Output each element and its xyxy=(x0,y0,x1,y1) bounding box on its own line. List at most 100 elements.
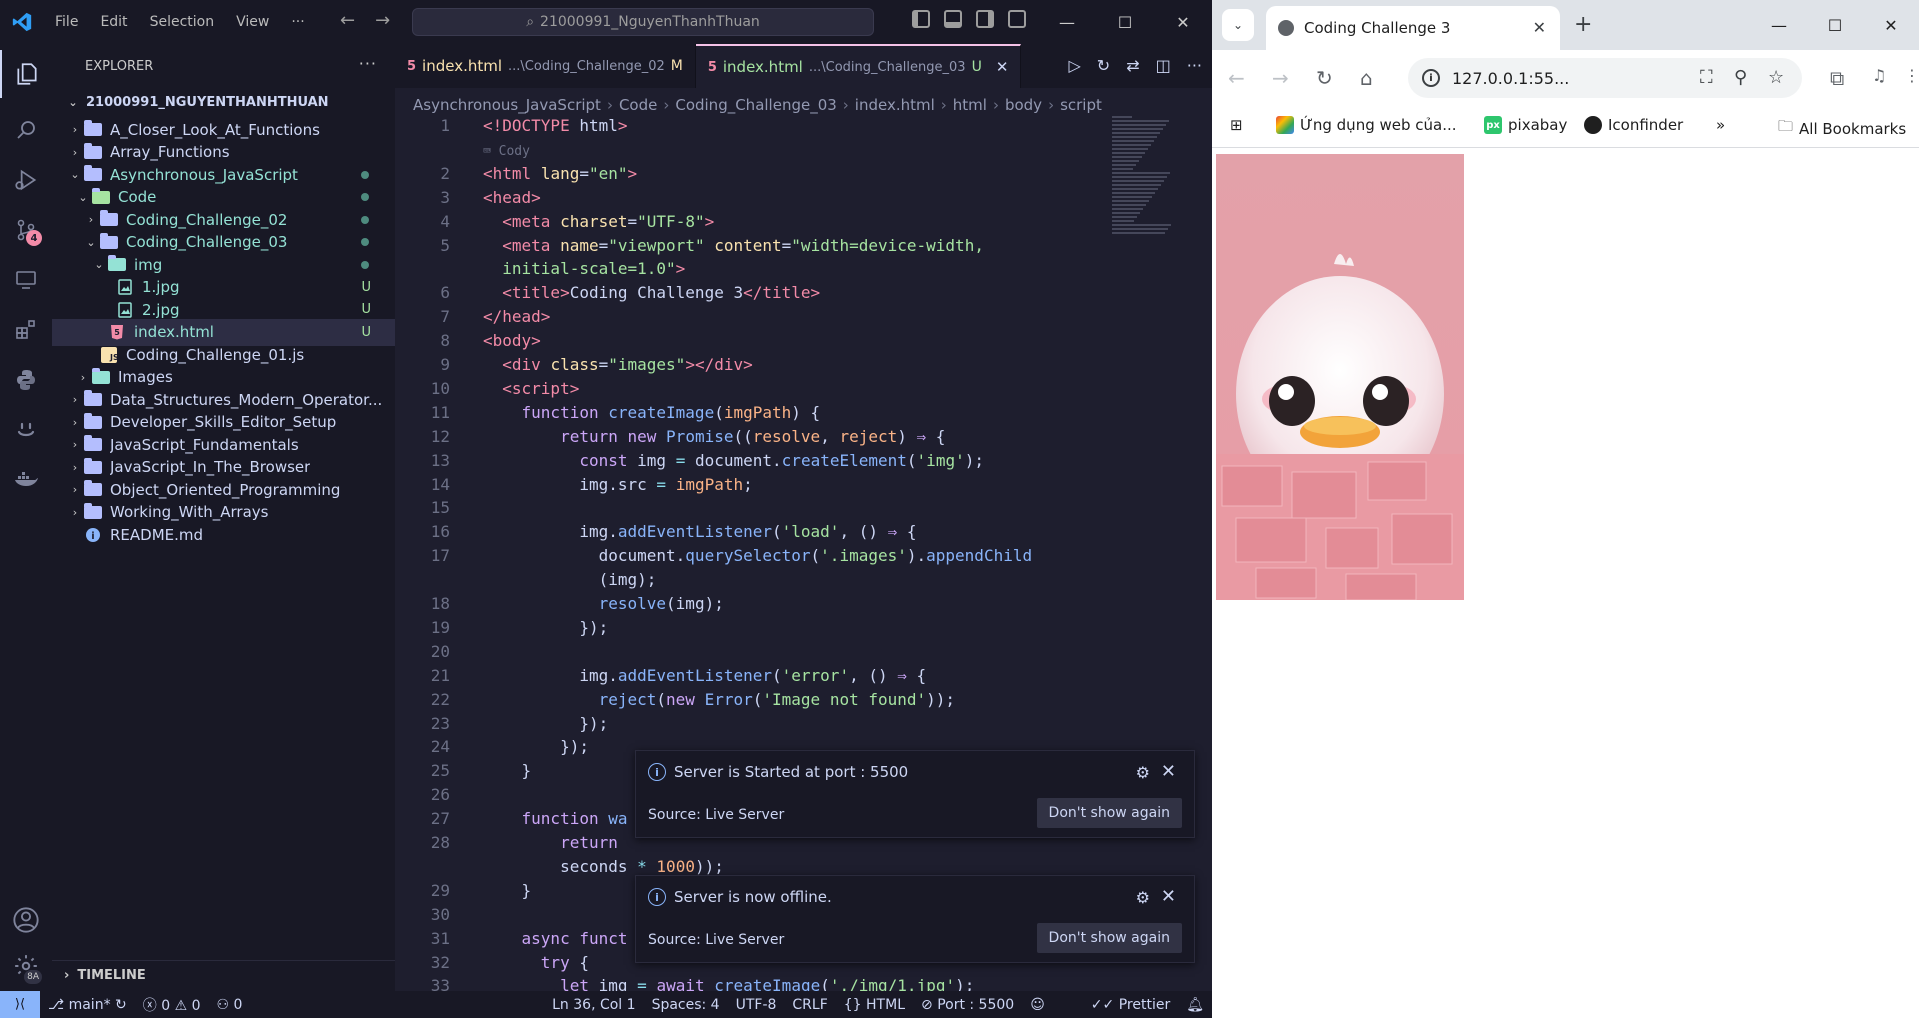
code-line[interactable]: 2 <html lang="en"> xyxy=(395,162,637,185)
address-bar[interactable]: i 127.0.0.1:55... ⛶ ⚲ ☆ xyxy=(1408,58,1802,98)
breadcrumb-item[interactable]: index.html xyxy=(855,96,935,114)
gear-icon[interactable]: ⚙ xyxy=(1136,763,1150,782)
code-line[interactable]: initial-scale=1.0"> xyxy=(395,257,685,280)
run-debug-icon[interactable] xyxy=(0,156,52,204)
bookmark-star-icon[interactable]: ☆ xyxy=(1768,67,1784,88)
extensions-icon[interactable] xyxy=(0,306,52,354)
code-line[interactable]: ⌨ Cody xyxy=(395,138,530,161)
split-editor-icon[interactable]: ◫ xyxy=(1156,56,1171,75)
code-line[interactable]: 12 return new Promise((resolve, reject) … xyxy=(395,425,946,448)
live-server-port[interactable]: ⊘ Port : 5500 xyxy=(913,997,1022,1013)
remote-indicator-icon[interactable]: ⟩⟨ xyxy=(0,991,40,1018)
all-bookmarks[interactable]: 🗀︎ All Bookmarks xyxy=(1778,116,1906,141)
code-line[interactable]: 23 }); xyxy=(395,712,609,735)
code-line[interactable]: 14 img.src = imgPath; xyxy=(395,473,753,496)
compare-icon[interactable]: ⇄ xyxy=(1126,56,1139,75)
extensions-icon[interactable]: ⧉ xyxy=(1830,66,1844,90)
code-line[interactable]: 17 document.querySelector('.images').app… xyxy=(395,544,1032,567)
zoom-icon[interactable]: ⚲ xyxy=(1734,67,1747,88)
code-line[interactable]: 19 }); xyxy=(395,616,609,639)
python-icon[interactable] xyxy=(0,356,52,404)
notifications-bell-icon[interactable]: 🔔︎ xyxy=(1178,997,1212,1013)
cursor-position[interactable]: Ln 36, Col 1 xyxy=(544,997,643,1013)
minimap[interactable] xyxy=(1112,116,1172,236)
breadcrumb-item[interactable]: Coding_Challenge_03 xyxy=(675,96,836,114)
code-line[interactable]: 9 <div class="images"></div> xyxy=(395,353,752,376)
code-line[interactable]: 4 <meta charset="UTF-8"> xyxy=(395,210,714,233)
code-line[interactable]: 10 <script> xyxy=(395,377,580,400)
close-window-icon[interactable]: ✕ xyxy=(1154,0,1212,44)
code-line[interactable]: 15 xyxy=(395,496,450,519)
code-line[interactable]: 29 } xyxy=(395,879,531,902)
cody-icon[interactable] xyxy=(0,406,52,454)
timeline-section[interactable]: › TIMELINE xyxy=(52,960,395,990)
apps-grid-icon[interactable]: ⊞ xyxy=(1230,116,1243,134)
code-line[interactable]: 26 xyxy=(395,783,450,806)
code-line[interactable]: seconds * 1000)); xyxy=(395,855,724,878)
forward-arrow-icon[interactable]: → xyxy=(375,10,390,31)
toggle-sidebar-icon[interactable] xyxy=(912,10,930,28)
menu-file[interactable]: File xyxy=(44,14,89,30)
docker-icon[interactable] xyxy=(0,456,52,504)
maximize-icon[interactable]: ☐ xyxy=(1807,0,1863,50)
chrome-menu-icon[interactable]: ⋮ xyxy=(1904,66,1919,85)
end-of-line[interactable]: CRLF xyxy=(784,997,835,1013)
problems-status[interactable]: ⓧ 0 ⚠ 0 xyxy=(135,995,209,1015)
code-line[interactable]: 5 <meta name="viewport" content="width=d… xyxy=(395,234,984,257)
close-tab-icon[interactable]: ✕ xyxy=(1533,18,1546,37)
tab-index-html-cc02[interactable]: 5 index.html ...\Coding_Challenge_02 M xyxy=(395,44,696,88)
code-line[interactable]: 32 try { xyxy=(395,951,589,974)
gear-icon[interactable]: ⚙ xyxy=(1136,888,1150,907)
tab-index-html-cc03[interactable]: 5 index.html ...\Coding_Challenge_03 U ✕ xyxy=(695,44,1022,88)
code-line[interactable]: 6 <title>Coding Challenge 3</title> xyxy=(395,281,820,304)
site-info-icon[interactable]: i xyxy=(1422,69,1440,87)
indentation[interactable]: Spaces: 4 xyxy=(644,997,728,1013)
close-icon[interactable]: ✕ xyxy=(1161,761,1176,782)
code-line[interactable]: 13 const img = document.createElement('i… xyxy=(395,449,984,472)
prettier-status[interactable]: ✓✓ Prettier xyxy=(1083,997,1178,1013)
code-line[interactable]: 11 function createImage(imgPath) { xyxy=(395,401,820,424)
explorer-icon[interactable] xyxy=(0,50,52,98)
code-line[interactable]: 18 resolve(img); xyxy=(395,592,724,615)
account-icon[interactable] xyxy=(0,896,52,944)
bookmark-pixabay[interactable]: px pixabay xyxy=(1484,116,1567,134)
more-bookmarks-icon[interactable]: » xyxy=(1716,116,1725,134)
bookmark-iconfinder[interactable]: Iconfinder xyxy=(1584,116,1683,134)
tab-search-chevron-icon[interactable]: ⌄ xyxy=(1222,9,1254,41)
remote-explorer-icon[interactable] xyxy=(0,256,52,304)
menu-selection[interactable]: Selection xyxy=(139,14,226,30)
breadcrumb-item[interactable]: Code xyxy=(619,96,657,114)
browser-tab[interactable]: Coding Challenge 3 ✕ xyxy=(1266,6,1560,50)
close-tab-icon[interactable]: ✕ xyxy=(996,58,1009,76)
source-control-icon[interactable]: 4 xyxy=(0,206,52,254)
explorer-more-icon[interactable]: ··· xyxy=(359,54,377,73)
menu-more[interactable]: ··· xyxy=(280,14,315,30)
breadcrumb-item[interactable]: html xyxy=(953,96,987,114)
code-line[interactable]: (img); xyxy=(395,568,657,591)
toggle-secondary-sidebar-icon[interactable] xyxy=(976,10,994,28)
breadcrumb-item[interactable]: Asynchronous_JavaScript xyxy=(413,96,601,114)
branch-status[interactable]: ⎇ main* ↻ xyxy=(40,997,135,1013)
code-line[interactable]: 21 img.addEventListener('error', () ⇒ { xyxy=(395,664,926,687)
customize-layout-icon[interactable] xyxy=(1008,10,1026,28)
code-line[interactable]: 3 <head> xyxy=(395,186,540,209)
close-window-icon[interactable]: ✕ xyxy=(1863,0,1919,50)
more-actions-icon[interactable]: ··· xyxy=(1187,56,1202,75)
encoding[interactable]: UTF-8 xyxy=(728,997,785,1013)
back-arrow-icon[interactable]: ← xyxy=(1228,66,1245,90)
code-line[interactable]: 30 xyxy=(395,903,450,926)
translate-icon[interactable]: ⛶ xyxy=(1700,67,1713,88)
code-line[interactable]: 33 let img = await createImage('./img/1.… xyxy=(395,974,975,991)
cody-status-icon[interactable]: ☺ xyxy=(1022,997,1053,1013)
command-center-search[interactable]: ⌕ 21000991_NguyenThanhThuan xyxy=(412,8,874,36)
code-line[interactable]: 31 async funct xyxy=(395,927,628,950)
toggle-panel-icon[interactable] xyxy=(944,10,962,28)
workspace-root[interactable]: ⌄ 21000991_NGUYENTHANHTHUAN xyxy=(52,89,395,116)
breadcrumb-item[interactable]: script xyxy=(1060,96,1102,114)
code-line[interactable]: 25 } xyxy=(395,759,531,782)
code-line[interactable]: 27 function wa xyxy=(395,807,628,830)
sync-icon[interactable]: ↻ xyxy=(1097,56,1110,75)
maximize-icon[interactable]: ☐ xyxy=(1096,0,1154,44)
reload-icon[interactable]: ↻ xyxy=(1316,66,1333,90)
code-line[interactable]: 22 reject(new Error('Image not found')); xyxy=(395,688,955,711)
